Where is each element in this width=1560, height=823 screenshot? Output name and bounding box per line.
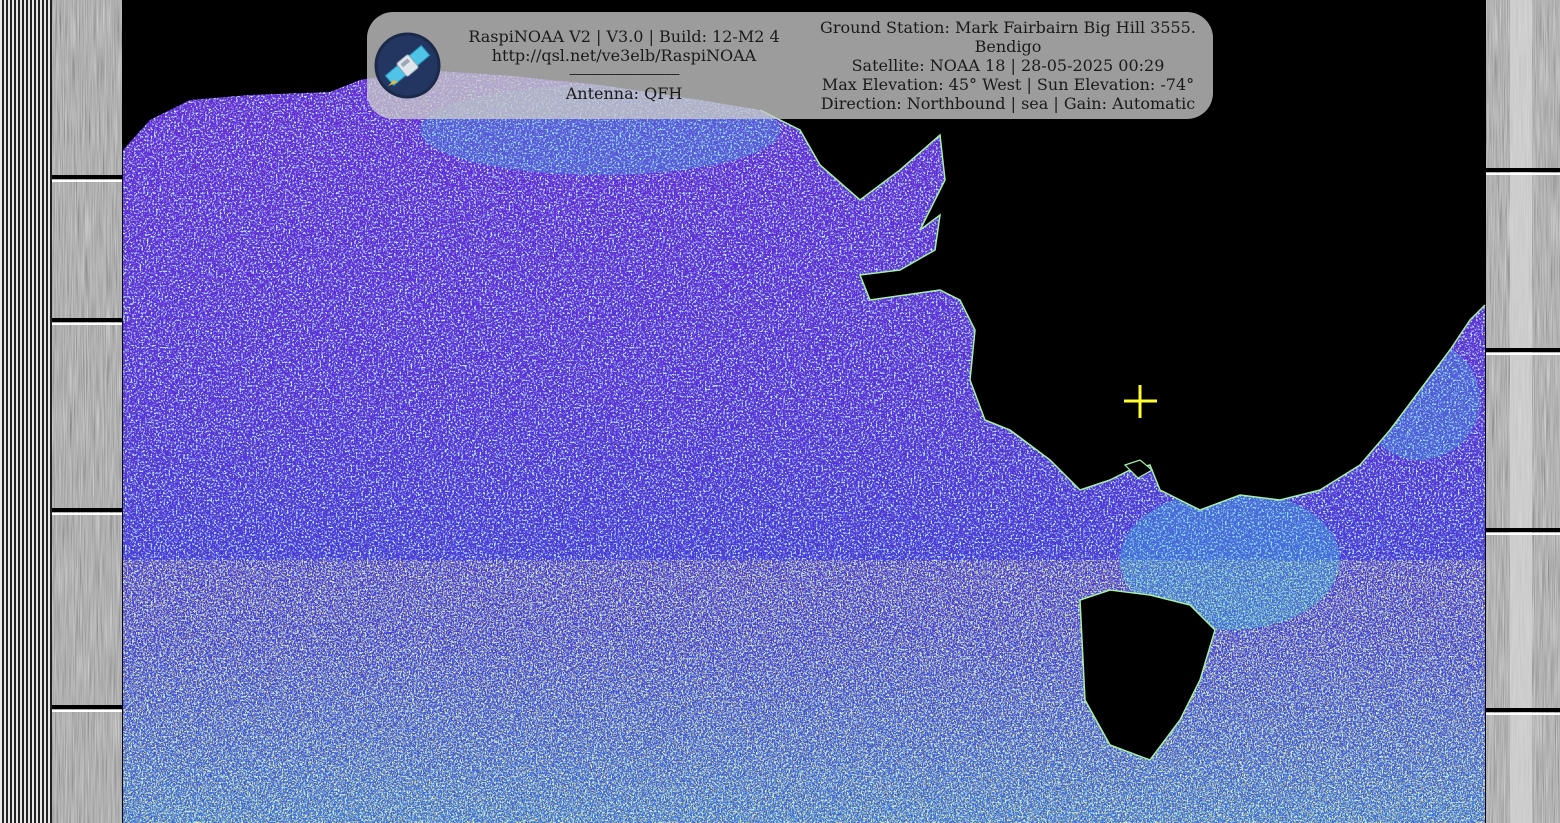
project-url: http://qsl.net/ve3elb/RaspiNOAA xyxy=(491,46,757,65)
ground-station-city: Bendigo xyxy=(974,37,1042,56)
header-right-block: Ground Station: Mark Fairbairn Big Hill … xyxy=(813,18,1203,113)
satellite-icon xyxy=(374,32,441,99)
elevation-info: Max Elevation: 45° West | Sun Elevation:… xyxy=(821,75,1195,94)
direction-info: Direction: Northbound | sea | Gain: Auto… xyxy=(820,94,1196,113)
separator: ------------------------------------ xyxy=(569,67,680,81)
left-sync-strip xyxy=(0,0,122,823)
antenna-info: Antenna: QFH xyxy=(565,84,683,103)
satellite-info: Satellite: NOAA 18 | 28-05-2025 00:29 xyxy=(851,56,1165,75)
right-sync-strip xyxy=(1486,0,1560,823)
satellite-image-viewer: RaspiNOAA V2 | V3.0 | Build: 12-M2 4 htt… xyxy=(0,0,1560,823)
header-left-block: RaspiNOAA V2 | V3.0 | Build: 12-M2 4 htt… xyxy=(459,27,789,103)
noaa-satellite-image xyxy=(0,0,1560,823)
ground-station-info: Ground Station: Mark Fairbairn Big Hill … xyxy=(820,18,1196,37)
pass-info-header: RaspiNOAA V2 | V3.0 | Build: 12-M2 4 htt… xyxy=(367,12,1213,119)
app-title: RaspiNOAA V2 | V3.0 | Build: 12-M2 4 xyxy=(468,27,780,46)
